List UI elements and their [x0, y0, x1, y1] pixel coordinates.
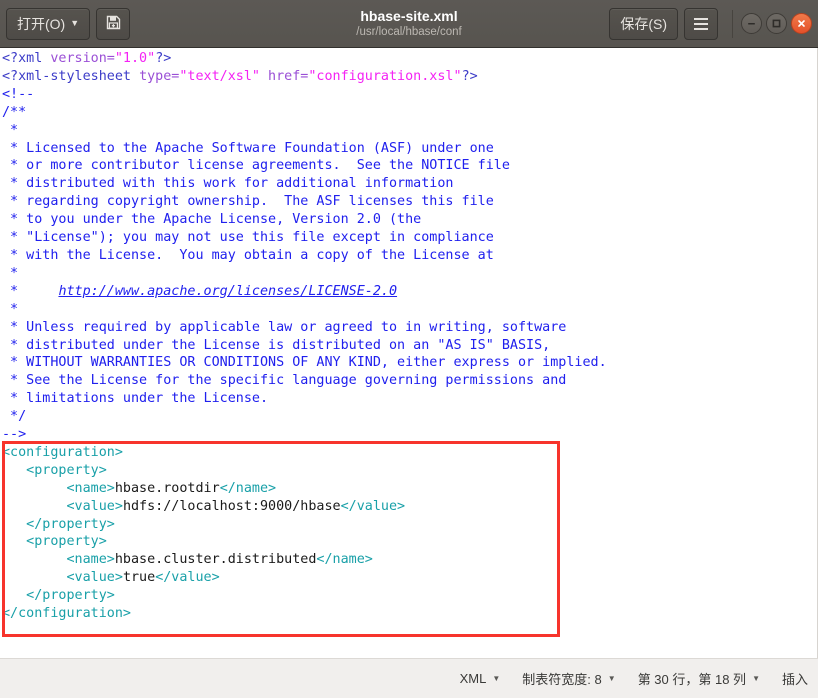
- maximize-icon: [771, 18, 782, 29]
- chevron-down-icon: ▼: [752, 673, 760, 683]
- code-token: * or more contributor license agreements…: [2, 158, 510, 174]
- code-token: </property>: [2, 516, 115, 532]
- code-token: * limitations under the License.: [2, 391, 269, 407]
- code-token: -->: [2, 427, 27, 443]
- gedit-window: 打开(O) ▼ hbase-site.xml /usr/local/hbase/…: [0, 0, 818, 698]
- code-token: </name>: [219, 480, 277, 496]
- insert-mode-label: 插入: [781, 672, 808, 687]
- file-path-subtitle: /usr/local/hbase/conf: [356, 26, 462, 38]
- code-token: <name>: [2, 480, 115, 496]
- window-controls: [732, 9, 812, 38]
- language-selector[interactable]: XML ▼: [460, 671, 501, 686]
- language-label: XML: [459, 671, 487, 686]
- code-token: <name>: [2, 552, 115, 568]
- minimize-icon: [746, 18, 757, 29]
- code-token: * "License"); you may not use this file …: [2, 230, 494, 246]
- code-token: "text/xsl": [179, 68, 260, 84]
- code-token: ?>: [461, 68, 478, 84]
- open-button[interactable]: 打开(O) ▼: [6, 7, 91, 40]
- code-token: "configuration.xsl": [308, 68, 462, 84]
- code-token: <property>: [2, 462, 107, 478]
- code-token: <value>: [2, 570, 123, 586]
- code-token: <!--: [2, 86, 35, 102]
- maximize-button[interactable]: [766, 13, 787, 34]
- header-left-group: 打开(O) ▼: [6, 7, 131, 40]
- code-token: * Licensed to the Apache Software Founda…: [2, 140, 494, 156]
- code-token: <configuration>: [2, 444, 123, 460]
- code-token: </name>: [316, 552, 373, 568]
- code-token: <value>: [2, 498, 123, 514]
- code-token: *: [2, 122, 19, 138]
- open-button-label: 打开(O): [17, 15, 66, 32]
- code-token: ?>: [155, 51, 172, 66]
- text-editor-view[interactable]: <?xml version="1.0"?> <?xml-stylesheet t…: [0, 48, 818, 658]
- save-button[interactable]: 保存(S): [609, 7, 678, 40]
- code-token: /**: [2, 104, 27, 120]
- code-token: hbase.rootdir: [114, 480, 220, 496]
- code-token: * Unless required by applicable law or a…: [2, 319, 567, 335]
- minimize-button[interactable]: [741, 13, 762, 34]
- save-button-label: 保存(S): [620, 15, 667, 32]
- page-title: hbase-site.xml: [360, 8, 458, 24]
- cursor-position-selector[interactable]: 第 30 行，第 18 列 ▼: [638, 669, 760, 688]
- code-token: </value>: [155, 570, 220, 586]
- header-bar: 打开(O) ▼ hbase-site.xml /usr/local/hbase/…: [0, 0, 818, 48]
- status-bar: XML ▼ 制表符宽度: 8 ▼ 第 30 行，第 18 列 ▼ 插入: [0, 658, 818, 698]
- code-token: *: [2, 265, 19, 281]
- tab-width-selector[interactable]: 制表符宽度: 8 ▼: [522, 669, 615, 688]
- code-token: <property>: [2, 534, 107, 550]
- code-token: hbase.cluster.distributed: [114, 552, 317, 568]
- code-token: </configuration>: [2, 606, 131, 622]
- code-token: * WITHOUT WARRANTIES OR CONDITIONS OF AN…: [2, 355, 607, 371]
- tab-width-label: 制表符宽度: 8: [522, 672, 602, 687]
- close-button[interactable]: [791, 13, 812, 34]
- code-token: *: [2, 283, 59, 299]
- code-token: * with the License. You may obtain a cop…: [2, 247, 494, 263]
- save-as-button[interactable]: [96, 7, 131, 40]
- code-token: * distributed under the License is distr…: [2, 337, 551, 353]
- main-menu-button[interactable]: [684, 7, 718, 40]
- chevron-down-icon: ▼: [70, 18, 80, 28]
- code-token: *: [2, 301, 19, 317]
- code-token: http://www.apache.org/licenses/LICENSE-2…: [58, 283, 398, 299]
- code-token: </value>: [340, 498, 406, 514]
- code-token: * See the License for the specific langu…: [2, 373, 567, 389]
- header-right-group: 保存(S): [609, 7, 812, 40]
- code-token: * to you under the Apache License, Versi…: [2, 212, 422, 228]
- code-token: hdfs://localhost:9000/hbase: [122, 498, 341, 514]
- chevron-down-icon: ▼: [492, 673, 501, 683]
- code-token: href=: [260, 68, 309, 84]
- hamburger-menu-icon: [694, 17, 708, 30]
- code-token: type=: [139, 68, 180, 84]
- code-token: "1.0": [114, 51, 156, 66]
- code-token: */: [2, 409, 27, 425]
- save-as-icon: [105, 14, 122, 34]
- document-text[interactable]: <?xml version="1.0"?> <?xml-stylesheet t…: [0, 48, 607, 623]
- code-token: * regarding copyright ownership. The ASF…: [2, 194, 494, 210]
- chevron-down-icon: ▼: [607, 673, 616, 683]
- code-token: * distributed with this work for additio…: [2, 176, 454, 192]
- cursor-position-label: 第 30 行，第 18 列: [637, 672, 747, 687]
- code-token: <?xml-stylesheet: [2, 68, 140, 84]
- code-token: </property>: [2, 588, 115, 604]
- code-token: true: [122, 570, 156, 586]
- code-token: <?xml: [2, 51, 51, 66]
- code-token: version=: [50, 51, 115, 66]
- close-icon: [796, 18, 807, 29]
